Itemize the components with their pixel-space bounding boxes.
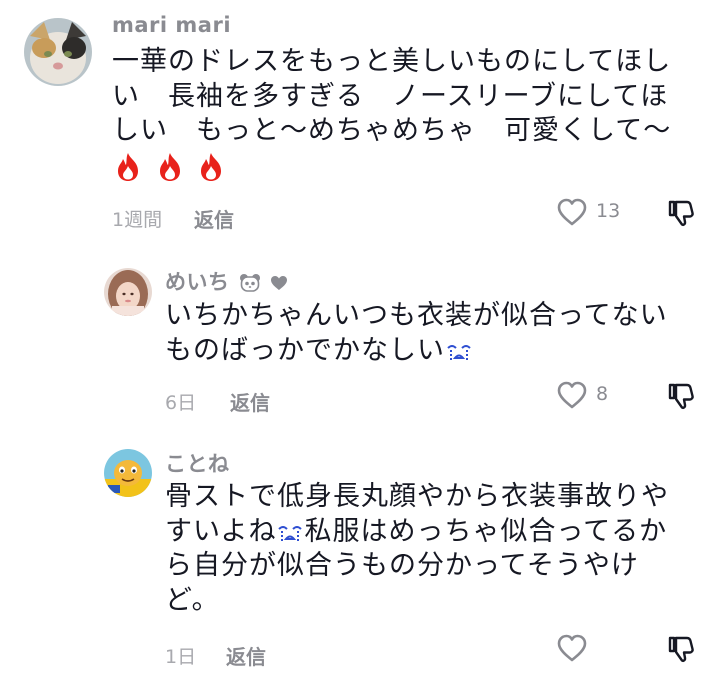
comment-time: 6日 — [165, 392, 197, 414]
comment-text-line: しい もっと〜めちゃめちゃ 可愛くして〜 — [112, 115, 672, 146]
comment-text-line: 骨ストで低身長丸顔やから衣装事故りや — [165, 481, 669, 512]
username[interactable]: めいち — [165, 266, 289, 296]
reply-button[interactable]: 返信 — [194, 204, 234, 233]
comment-text: 骨ストで低身長丸顔やから衣装事故りや すいよね 私服はめっちゃ似合ってるか ら自分… — [165, 480, 669, 618]
crying-face-icon — [278, 526, 303, 541]
comment-text-line: い 長袖を多すぎる ノースリーブにしてほ — [112, 80, 669, 112]
comment-text: いちかちゃんいつも衣装が似合ってない ものばっかでかなしい — [165, 299, 668, 368]
comment-text-line: ら自分が似合うもの分かってそうやけ — [165, 550, 639, 581]
crying-face-icon — [447, 345, 471, 360]
panda-icon — [240, 274, 261, 292]
fire-emoji — [118, 153, 138, 181]
heart-outline-icon — [557, 634, 587, 662]
comment-text-line: いちかちゃんいつも衣装が似合ってない — [165, 300, 668, 331]
comment-text-line: すいよね 私服はめっちゃ似合ってるか — [165, 515, 668, 547]
thumbs-down-icon[interactable] — [666, 198, 696, 228]
thumbs-down-icon[interactable] — [666, 381, 696, 411]
emoji-row — [112, 149, 671, 185]
like-button[interactable]: 13 — [556, 197, 626, 227]
avatar[interactable] — [24, 18, 92, 86]
like-button[interactable]: 8 — [556, 380, 616, 410]
like-count: 8 — [596, 383, 609, 405]
avatar[interactable] — [104, 449, 152, 497]
comment-time: 1週間 — [112, 209, 163, 231]
like-count: 13 — [596, 200, 621, 222]
avatar[interactable] — [104, 268, 152, 316]
comment-text-line: ど。 — [165, 584, 220, 616]
comment-text-line: 一華のドレスをもっと美しいものにしてほし — [112, 46, 672, 77]
username[interactable]: ことね — [165, 448, 230, 478]
reply-button[interactable]: 返信 — [226, 641, 266, 670]
heart-outline-icon — [557, 381, 587, 409]
reply-button[interactable]: 返信 — [230, 387, 270, 416]
heart-outline-icon — [557, 198, 587, 226]
username-text: めいち — [165, 270, 230, 294]
comment-text: 一華のドレスをもっと美しいものにしてほし い 長袖を多すぎる ノースリーブにして… — [112, 45, 671, 184]
username[interactable]: mari mari — [112, 13, 231, 37]
comment-text-line: ものばっかでかなしい — [165, 334, 668, 369]
like-button[interactable] — [556, 633, 596, 663]
fire-emoji — [201, 153, 222, 181]
comment-time: 1日 — [165, 646, 197, 668]
heart-icon — [271, 276, 288, 290]
fire-emoji — [159, 153, 180, 181]
thumbs-down-icon[interactable] — [666, 634, 696, 664]
